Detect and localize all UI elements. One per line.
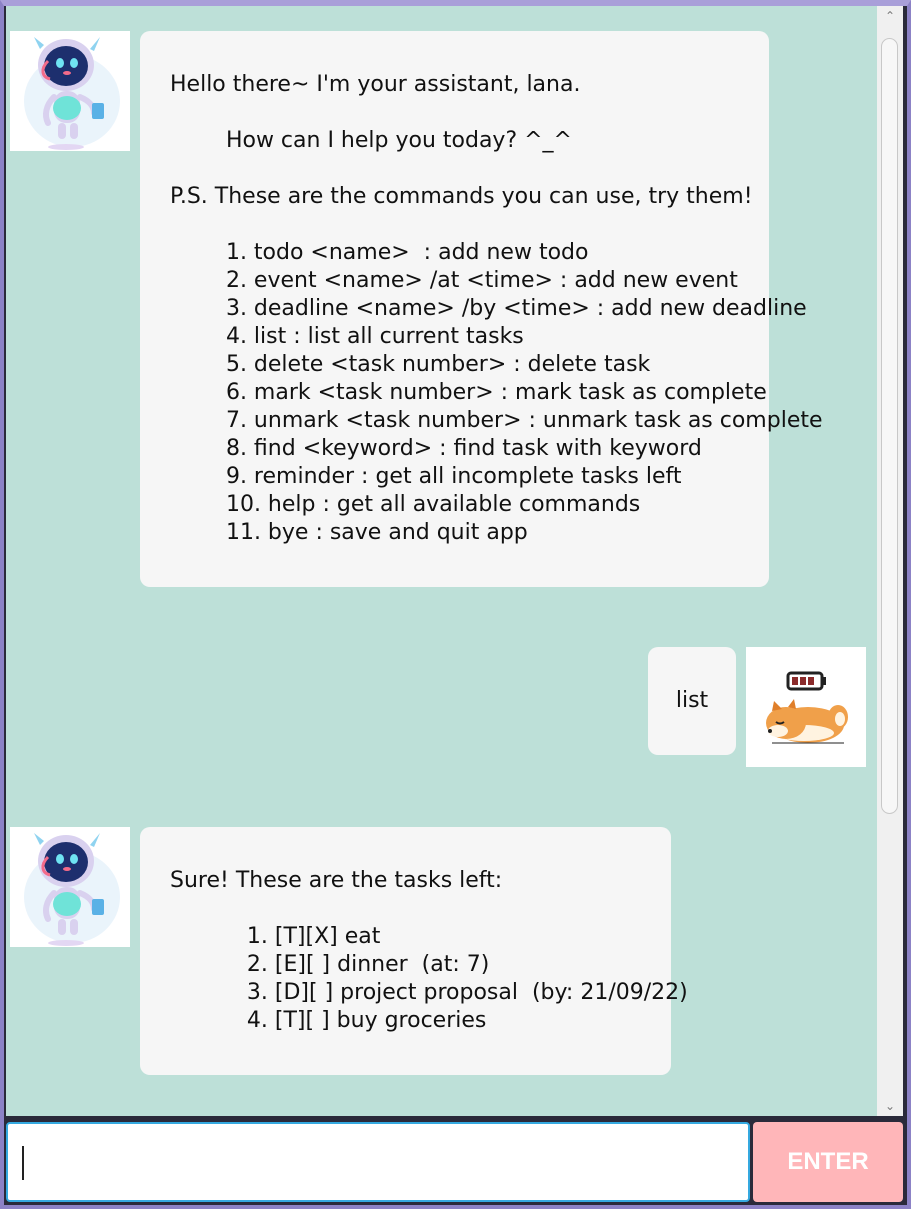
vertical-scrollbar[interactable]: ⌃ ⌄ (877, 6, 903, 1116)
chat-scroll-pane[interactable]: Hello there~ I'm your assistant, lana. H… (6, 6, 877, 1116)
message-line: 1. [T][X] eat (170, 924, 381, 949)
message-line (170, 211, 769, 239)
message-line: 8. find <keyword> : find task with keywo… (170, 436, 702, 461)
message-line: Hello there~ I'm your assistant, lana. (170, 72, 581, 97)
user-message-bubble: list (648, 647, 736, 755)
bot-avatar (10, 31, 130, 151)
scroll-down-icon[interactable]: ⌄ (877, 1096, 903, 1116)
bot-message-bubble: Sure! These are the tasks left: 1. [T][X… (140, 827, 688, 1075)
message-line: 4. list : list all current tasks (170, 324, 524, 349)
scrollbar-thumb[interactable] (881, 38, 898, 814)
message-line: P.S. These are the commands you can use,… (170, 184, 753, 209)
robot-icon (24, 833, 120, 946)
message-line: How can I help you today? ^_^ (170, 128, 572, 153)
message-line: 10. help : get all available commands (170, 492, 641, 517)
bot-avatar (10, 827, 130, 947)
sleeping-shiba-icon (766, 671, 848, 744)
message-input[interactable] (6, 1122, 750, 1202)
message-line: 2. [E][ ] dinner (at: 7) (170, 952, 490, 977)
message-line: 3. [D][ ] project proposal (by: 21/09/22… (170, 980, 688, 1005)
text-caret (22, 1146, 24, 1180)
enter-button[interactable]: ENTER (753, 1122, 903, 1202)
message-line (170, 155, 769, 183)
message-line: 1. todo <name> : add new todo (170, 240, 589, 265)
message-line (170, 895, 671, 923)
message-line: 9. reminder : get all incomplete tasks l… (170, 464, 682, 489)
message-line: 2. event <name> /at <time> : add new eve… (170, 268, 738, 293)
message-line: 5. delete <task number> : delete task (170, 352, 651, 377)
message-line: 3. deadline <name> /by <time> : add new … (170, 296, 807, 321)
message-line: 6. mark <task number> : mark task as com… (170, 380, 767, 405)
user-message-text: list (675, 688, 709, 713)
robot-icon (24, 37, 120, 150)
scroll-up-icon[interactable]: ⌃ (877, 6, 903, 26)
message-line: 11. bye : save and quit app (170, 520, 528, 545)
message-line: 7. unmark <task number> : unmark task as… (170, 408, 823, 433)
message-line (170, 99, 769, 127)
user-avatar (746, 647, 866, 767)
message-line: Sure! These are the tasks left: (170, 868, 503, 893)
message-line: 4. [T][ ] buy groceries (170, 1008, 487, 1033)
bot-message-bubble: Hello there~ I'm your assistant, lana. H… (140, 31, 823, 587)
